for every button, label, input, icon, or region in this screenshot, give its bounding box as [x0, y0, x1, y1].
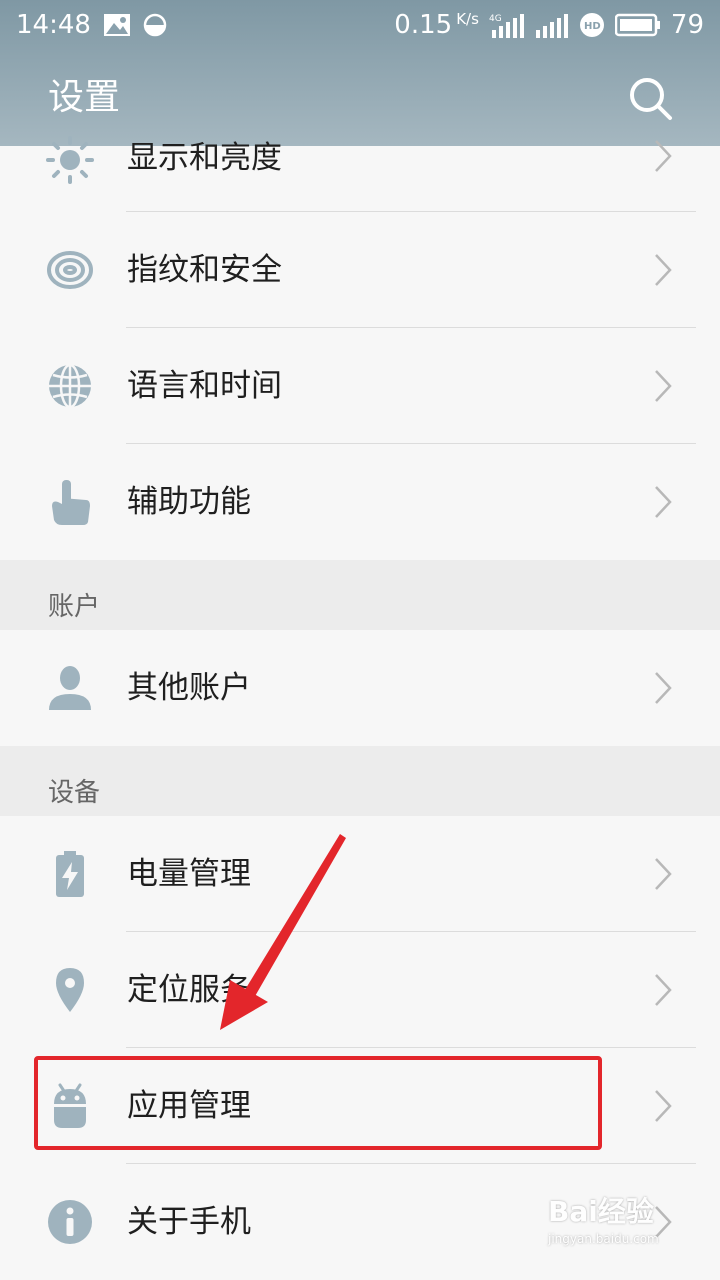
settings-row-display[interactable]: 显示和亮度: [0, 136, 720, 212]
globe-icon: [49, 363, 91, 409]
search-icon[interactable]: [626, 74, 674, 122]
settings-row-location[interactable]: 定位服务: [0, 932, 720, 1048]
baidu-watermark: Bai经验 jingyan.baidu.com: [548, 1195, 659, 1246]
settings-row-other-accounts[interactable]: 其他账户: [0, 630, 720, 746]
fingerprint-icon: [47, 251, 93, 289]
network-speed: 0.15 K/s: [394, 10, 479, 40]
settings-row-label: 指纹和安全: [127, 252, 282, 288]
svg-text:4G: 4G: [489, 14, 502, 24]
hd-voice-icon: HD: [579, 13, 604, 37]
chevron-right-icon: [655, 858, 672, 890]
person-icon: [49, 666, 91, 710]
settings-row-label: 其他账户: [127, 670, 251, 706]
status-bar: 14:48 0.15 K/s 4G HD 79: [0, 0, 720, 50]
location-pin-icon: [56, 968, 84, 1012]
settings-row-label: 语言和时间: [127, 368, 282, 404]
image-notification-icon: [103, 14, 130, 36]
section-header-device: 设备: [0, 746, 720, 816]
chevron-right-icon: [655, 370, 672, 402]
chevron-right-icon: [655, 974, 672, 1006]
sync-status-icon: [143, 13, 167, 37]
battery-level: 79: [670, 10, 704, 40]
settings-row-label: 辅助功能: [127, 484, 251, 520]
battery-icon: [56, 851, 84, 897]
app-header: 14:48 0.15 K/s 4G HD 79 设置: [0, 0, 720, 146]
svg-text:HD: HD: [584, 21, 601, 32]
chevron-right-icon: [655, 254, 672, 286]
battery-status-icon: [614, 13, 660, 37]
section-title: 账户: [48, 592, 101, 622]
section-title: 设备: [48, 778, 101, 808]
info-icon: [48, 1200, 92, 1244]
section-header-account: 账户: [0, 560, 720, 630]
page-title: 设置: [48, 77, 121, 118]
settings-row-language[interactable]: 语言和时间: [0, 328, 720, 444]
annotation-highlight-box: [34, 1056, 602, 1150]
settings-row-fingerprint[interactable]: 指纹和安全: [0, 212, 720, 328]
chevron-right-icon: [655, 486, 672, 518]
settings-row-label: 关于手机: [127, 1204, 251, 1240]
hand-pointer-icon: [52, 480, 90, 525]
signal-icon: [535, 14, 568, 38]
status-time: 14:48: [16, 10, 91, 40]
chevron-right-icon: [655, 672, 672, 704]
settings-row-battery[interactable]: 电量管理: [0, 816, 720, 932]
settings-row-label: 显示和亮度: [127, 140, 282, 176]
brightness-icon: [46, 136, 94, 184]
chevron-right-icon: [655, 1090, 672, 1122]
settings-row-accessibility[interactable]: 辅助功能: [0, 444, 720, 560]
chevron-right-icon: [655, 140, 672, 172]
annotation-arrow: [220, 834, 346, 1030]
signal-4g-icon: 4G: [489, 14, 524, 38]
